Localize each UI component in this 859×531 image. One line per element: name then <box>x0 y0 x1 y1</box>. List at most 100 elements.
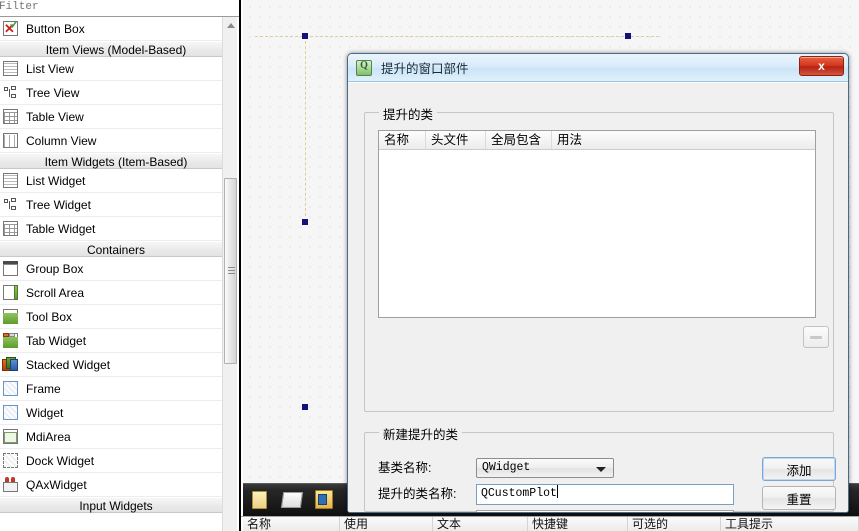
widget-item-tree-view[interactable]: Tree View <box>0 81 232 105</box>
badge-icon <box>318 494 327 505</box>
list-widget-icon <box>2 172 19 189</box>
widget-item-tab-widget[interactable]: Tab Widget <box>0 329 232 353</box>
taskbar-item-folder-open[interactable] <box>279 487 305 513</box>
widget-item-tree-widget[interactable]: Tree Widget <box>0 193 232 217</box>
close-icon[interactable]: x <box>799 56 844 76</box>
widget-category-input-widgets[interactable]: Input Widgets <box>0 497 232 513</box>
widget-item-label: MdiArea <box>26 429 71 444</box>
taskbar-item-folder-closed[interactable] <box>247 487 273 513</box>
scrollbar-thumb[interactable] <box>224 178 237 364</box>
header-file-input[interactable]: qcustomplot.h <box>476 510 734 512</box>
action-editor-header-row: 名称 使用 文本 快捷键 可选的 工具提示 <box>243 517 859 531</box>
column-header-tooltip[interactable]: 工具提示 <box>721 517 859 531</box>
widget-category-item-widgets[interactable]: Item Widgets (Item-Based) <box>0 153 232 169</box>
selection-handle-middle-left[interactable] <box>302 219 308 225</box>
widget-item-label: Table View <box>26 109 84 124</box>
qax-widget-icon <box>2 476 19 493</box>
taskbar-item-folder-badge[interactable] <box>311 487 337 513</box>
tree-view-icon <box>2 84 19 101</box>
table-view-icon <box>2 108 19 125</box>
add-button[interactable]: 添加 <box>762 457 836 481</box>
column-header-checkable[interactable]: 可选的 <box>628 517 721 531</box>
promoted-classes-header-row: 名称 头文件 全局包含 用法 <box>379 131 815 150</box>
promoted-class-label: 提升的类名称: <box>378 487 457 501</box>
list-view-icon <box>2 60 19 77</box>
widget-item-label: Tree Widget <box>26 197 91 212</box>
frame-icon <box>2 380 19 397</box>
widget-item-scroll-area[interactable]: Scroll Area <box>0 281 232 305</box>
widget-item-mdi-area[interactable]: MdiArea <box>0 425 232 449</box>
new-promoted-class-groupbox: 新建提升的类 基类名称: QWidget 提升的类名称: QCustomPlot… <box>364 424 836 513</box>
column-header-text[interactable]: 文本 <box>433 517 528 531</box>
new-promoted-class-title: 新建提升的类 <box>379 424 463 443</box>
promoted-class-input-value: QCustomPlot <box>481 487 557 500</box>
widget-item-qax-widget[interactable]: QAxWidget <box>0 473 232 497</box>
widget-item-label: QAxWidget <box>26 477 87 492</box>
base-class-label: 基类名称: <box>378 461 432 475</box>
tree-widget-icon <box>2 196 19 213</box>
promoted-class-input[interactable]: QCustomPlot <box>476 484 734 505</box>
qt-designer-icon <box>356 59 372 76</box>
widget-category-item-views[interactable]: Item Views (Model-Based) <box>0 41 232 57</box>
widget-category-containers[interactable]: Containers <box>0 241 232 257</box>
button-box-icon: ✕ <box>2 20 19 37</box>
column-header-name[interactable]: 名称 <box>243 517 340 531</box>
widget-item-stacked-widget[interactable]: Stacked Widget <box>0 353 232 377</box>
stacked-widget-icon <box>2 356 19 373</box>
scroll-up-arrow-icon[interactable] <box>223 17 238 33</box>
widget-item-group-box[interactable]: Group Box <box>0 257 232 281</box>
column-header-used[interactable]: 使用 <box>340 517 433 531</box>
widget-box-panel: ✕ Button Box Item Views (Model-Based) Li… <box>0 0 241 531</box>
widget-item-button-box[interactable]: ✕ Button Box <box>0 17 232 41</box>
widget-item-list-view[interactable]: List View <box>0 57 232 81</box>
widget-item-table-widget[interactable]: Table Widget <box>0 217 232 241</box>
remove-promoted-class-button[interactable] <box>803 326 829 348</box>
text-caret <box>556 485 558 498</box>
widget-item-label: List Widget <box>26 173 86 188</box>
widget-item-dock-widget[interactable]: Dock Widget <box>0 449 232 473</box>
widget-item-label: Tab Widget <box>26 333 87 348</box>
widget-item-tool-box[interactable]: Tool Box <box>0 305 232 329</box>
minus-icon <box>810 335 822 339</box>
table-widget-icon <box>2 220 19 237</box>
column-header-class-name[interactable]: 名称 <box>379 131 426 149</box>
widget-item-list-widget[interactable]: List Widget <box>0 169 232 193</box>
widget-box-scrollbar[interactable] <box>222 17 237 531</box>
filter-row <box>0 0 239 17</box>
widget-item-label: Tree View <box>26 85 80 100</box>
header-file-label: 头文件: <box>378 512 419 513</box>
filter-input[interactable] <box>0 0 239 17</box>
promoted-classes-table[interactable]: 名称 头文件 全局包含 用法 <box>378 130 816 318</box>
alignment-guide-horizontal <box>255 36 659 37</box>
mdi-area-icon <box>2 428 19 445</box>
column-header-global-include[interactable]: 全局包含 <box>486 131 552 149</box>
widget-item-frame[interactable]: Frame <box>0 377 232 401</box>
promoted-classes-groupbox: 提升的类 名称 头文件 全局包含 用法 <box>364 104 834 412</box>
widget-icon <box>2 404 19 421</box>
widget-item-label: Tool Box <box>26 309 73 324</box>
widget-item-table-view[interactable]: Table View <box>0 105 232 129</box>
column-header-usage[interactable]: 用法 <box>552 131 632 149</box>
selection-handle-top-right[interactable] <box>625 33 631 39</box>
base-class-combo[interactable]: QWidget <box>476 458 614 478</box>
widget-item-label: Frame <box>26 381 61 396</box>
group-box-icon <box>2 260 19 277</box>
dialog-titlebar[interactable]: 提升的窗口部件 x <box>348 54 848 82</box>
column-header-header-file[interactable]: 头文件 <box>426 131 486 149</box>
folder-closed-icon <box>252 491 267 509</box>
action-editor-table[interactable]: 名称 使用 文本 快捷键 可选的 工具提示 <box>243 516 859 531</box>
column-header-shortcut[interactable]: 快捷键 <box>528 517 628 531</box>
promoted-widgets-dialog: 提升的窗口部件 x 提升的类 名称 头文件 全局包含 用法 <box>347 53 849 513</box>
reset-button[interactable]: 重置 <box>762 486 836 510</box>
widget-box-list[interactable]: ✕ Button Box Item Views (Model-Based) Li… <box>0 17 232 531</box>
widget-item-label: Table Widget <box>26 221 96 236</box>
selection-handle-bottom-left[interactable] <box>302 404 308 410</box>
widget-item-widget[interactable]: Widget <box>0 401 232 425</box>
column-view-icon <box>2 132 19 149</box>
widget-item-column-view[interactable]: Column View <box>0 129 232 153</box>
selection-handle-top-left[interactable] <box>302 33 308 39</box>
tool-box-icon <box>2 308 19 325</box>
widget-item-label: Stacked Widget <box>26 357 111 372</box>
widget-item-label: Button Box <box>26 21 85 36</box>
dock-widget-icon <box>2 452 19 469</box>
